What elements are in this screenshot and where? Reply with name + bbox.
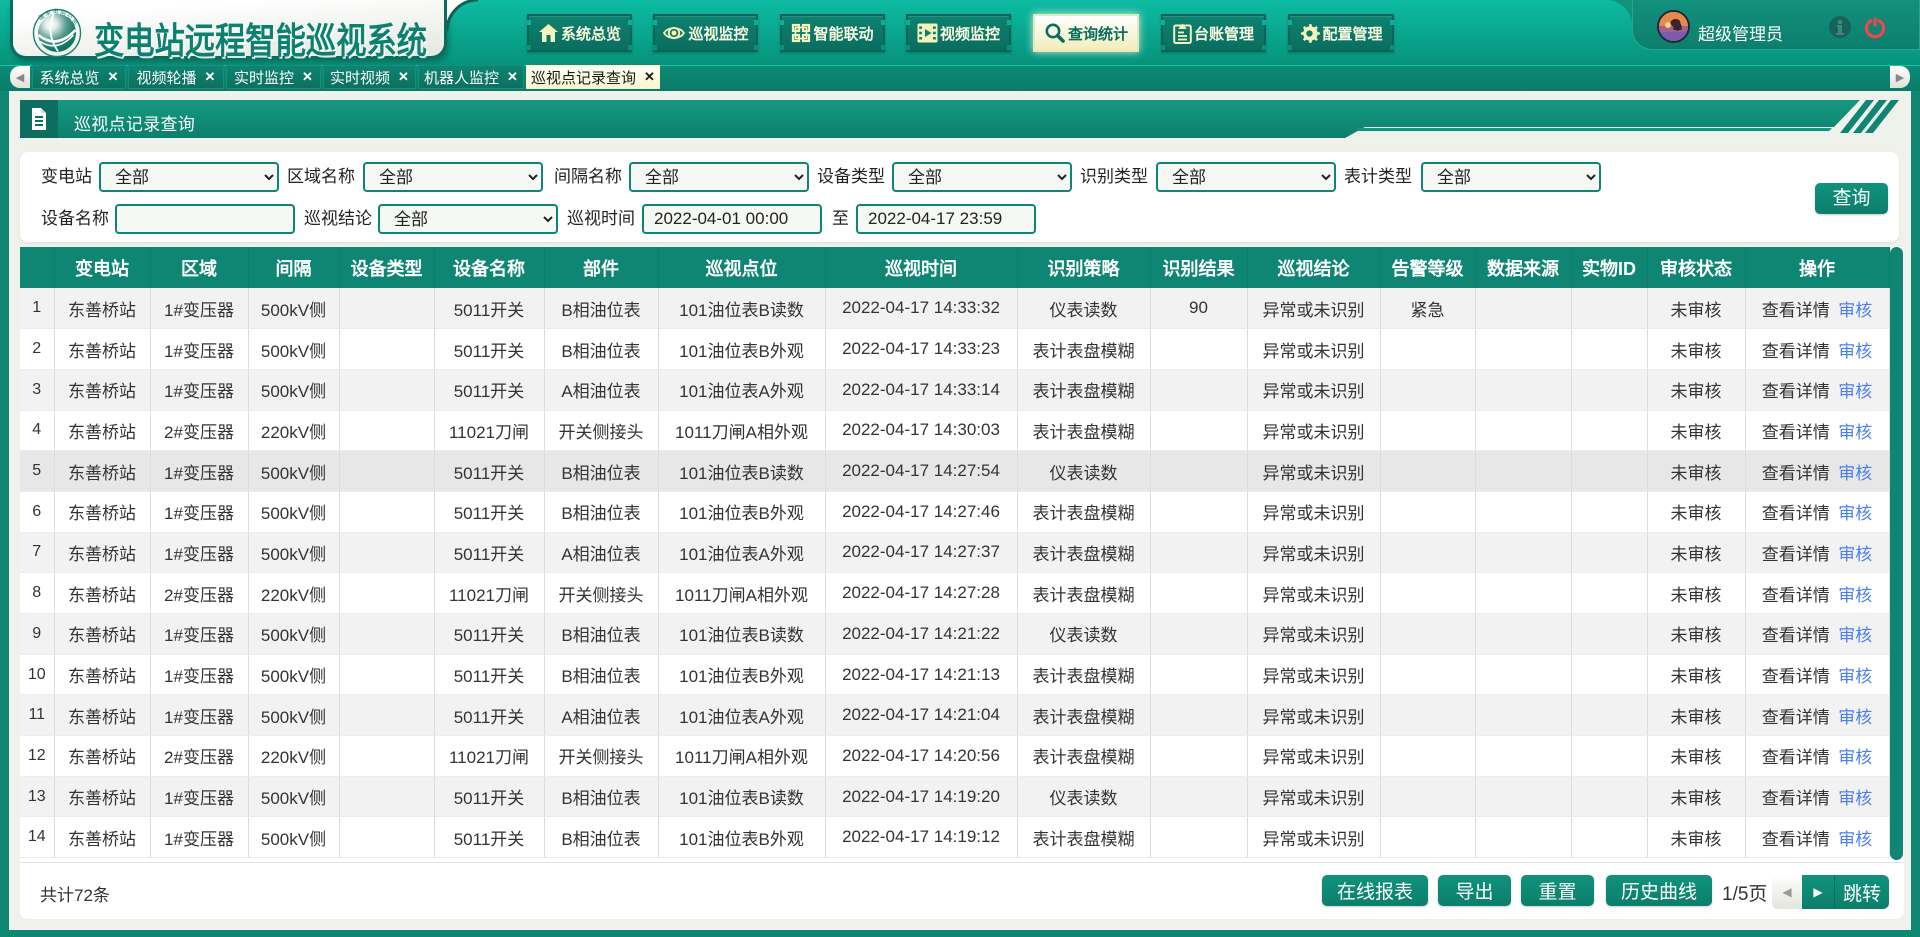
svg-text:电: 电	[53, 8, 59, 16]
